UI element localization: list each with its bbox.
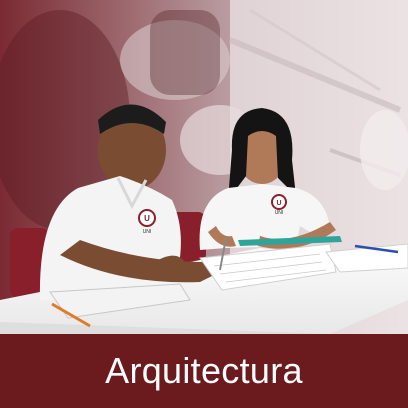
svg-text:U: U bbox=[144, 214, 150, 223]
svg-text:UNI: UNI bbox=[275, 210, 284, 216]
arquitectura-card[interactable]: U UNI U UNI Arquitectura bbox=[0, 0, 408, 408]
svg-text:U: U bbox=[276, 200, 281, 207]
caption-bar: Arquitectura bbox=[0, 334, 408, 408]
svg-text:UNI: UNI bbox=[143, 229, 152, 235]
architecture-students-photo: U UNI U UNI bbox=[0, 0, 408, 334]
card-title: Arquitectura bbox=[105, 350, 303, 391]
